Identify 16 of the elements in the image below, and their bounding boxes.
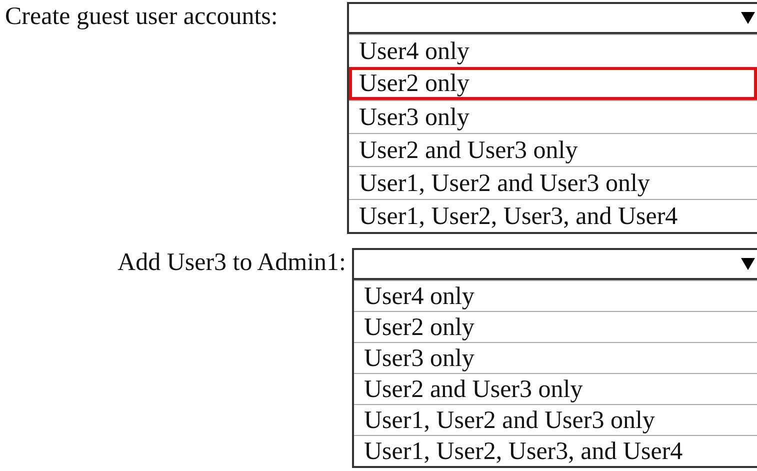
dropdown-option[interactable]: User3 only (354, 342, 757, 373)
dropdown-option[interactable]: User4 only (354, 280, 757, 311)
dropdown-option[interactable]: User1, User2 and User3 only (354, 404, 757, 435)
dropdown-option[interactable]: User2 and User3 only (349, 133, 757, 166)
dropdown-option[interactable]: User2 and User3 only (354, 373, 757, 404)
dropdown-option[interactable]: User1, User2, User3, and User4 (349, 199, 757, 232)
dropdown-option[interactable]: User1, User2 and User3 only (349, 166, 757, 199)
caret-icon (741, 257, 755, 271)
dropdown-option[interactable]: User3 only (349, 100, 757, 133)
dropdown-option[interactable]: User2 only (349, 67, 757, 100)
dropdown-option[interactable]: User1, User2, User3, and User4 (354, 435, 757, 466)
question-label: Add User3 to Admin1: (118, 248, 347, 278)
dropdown-option[interactable]: User4 only (349, 34, 757, 67)
question-label: Create guest user accounts: (4, 2, 279, 32)
caret-icon (741, 11, 755, 25)
dropdown-option[interactable]: User2 only (354, 311, 757, 342)
